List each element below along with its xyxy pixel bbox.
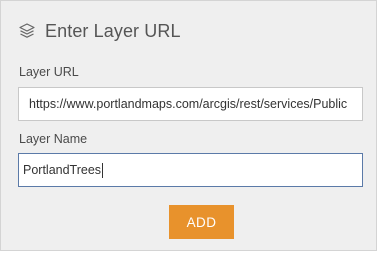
layer-name-input[interactable]: PortlandTrees [18, 153, 363, 187]
layers-icon [18, 22, 36, 40]
text-cursor [102, 162, 104, 178]
add-layer-panel: Enter Layer URL Layer URL https://www.po… [0, 0, 377, 251]
panel-header: Enter Layer URL [18, 19, 181, 43]
add-button[interactable]: ADD [169, 205, 234, 239]
panel-title: Enter Layer URL [45, 20, 181, 41]
layer-url-input[interactable]: https://www.portlandmaps.com/arcgis/rest… [18, 87, 363, 121]
layer-name-label: Layer Name [19, 132, 88, 146]
layer-name-value: PortlandTrees [23, 163, 102, 177]
layer-url-value: https://www.portlandmaps.com/arcgis/rest… [29, 97, 348, 111]
layer-url-label: Layer URL [19, 65, 79, 79]
